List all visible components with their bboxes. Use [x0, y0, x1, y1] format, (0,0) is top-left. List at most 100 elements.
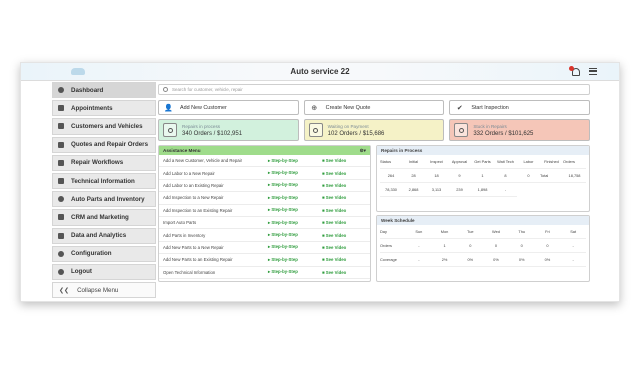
sidebar-item-logout[interactable]: Logout — [52, 263, 156, 281]
table-cell: 18,758 — [563, 169, 586, 183]
main-content: Search for customer, vehicle, repair 👤 Ad… — [158, 84, 591, 282]
step-by-step-link[interactable]: ▸︎ Step-by-Step — [268, 269, 322, 275]
column-header: Finished — [540, 155, 563, 169]
sidebar-item-crm-marketing[interactable]: CRM and Marketing — [52, 209, 156, 226]
see-video-link[interactable]: ■ See Video — [322, 257, 346, 262]
see-video-link[interactable]: ■ See Video — [322, 233, 346, 238]
stat-cards: Repairs in process 340 Orders / $102,951 … — [158, 119, 591, 141]
step-by-step-link[interactable]: ▸︎ Step-by-Step — [268, 170, 322, 176]
column-header: Approval — [448, 155, 471, 169]
calendar-icon — [58, 105, 64, 112]
column-header: Wait Tech — [494, 155, 517, 169]
sidebar: Dashboard Appointments Customers and Veh… — [52, 82, 156, 299]
search-icon — [163, 123, 177, 137]
stat-waiting-on-payment[interactable]: Waiting on Payment 102 Orders / $15,686 — [303, 119, 445, 141]
top-bar: Auto service 22 — [21, 63, 619, 81]
step-by-step-link[interactable]: ▸︎ Step-by-Step — [268, 244, 322, 250]
assistance-row-label: Import Auto Parts — [163, 220, 197, 226]
workflow-icon — [58, 159, 64, 166]
chart-icon — [58, 232, 64, 239]
assistance-list: Add a New Customer, Vehicle and Repair ▸︎… — [159, 155, 370, 279]
assistance-row-label: Add Inspection to an Existing Repair — [163, 207, 233, 213]
right-panels: Repairs in Process Status Initial Inspect A… — [376, 145, 590, 282]
assistance-row: Import Auto Parts ▸︎ Step-by-Step ■ See Vi… — [159, 217, 370, 230]
assistance-row-label: Add Parts in Inventory — [163, 232, 206, 238]
notification-bell-icon[interactable] — [569, 66, 581, 77]
column-header: Day — [380, 225, 406, 239]
assistance-row-label: Add New Parts to a New Repair — [163, 244, 224, 250]
table-cell: Orders — [563, 155, 586, 169]
step-by-step-link[interactable]: ▸︎ Step-by-Step — [268, 220, 322, 226]
create-quote-button[interactable]: ⊕ Create New Quote — [303, 100, 445, 115]
gear-icon — [58, 250, 64, 257]
table-cell: 0% — [508, 253, 535, 267]
search-icon — [454, 123, 469, 137]
table-cell: 1 — [471, 169, 494, 183]
step-by-step-link[interactable]: ▸︎ Step-by-Step — [268, 182, 322, 188]
see-video-link[interactable]: ■ See Video — [322, 171, 346, 176]
table-cell: 264 — [380, 169, 402, 183]
assistance-row-label: Add Labor to an Existing Repair — [163, 182, 224, 188]
step-by-step-link[interactable]: ▸︎ Step-by-Step — [268, 195, 322, 201]
assistance-row: Add New Parts to a New Repair ▸︎ Step-by-… — [159, 242, 370, 255]
assistance-row: Add Inspection to a New Repair ▸︎ Step-by… — [159, 192, 370, 205]
sidebar-item-data-analytics[interactable]: Data and Analytics — [52, 227, 156, 244]
see-video-link[interactable]: ■ See Video — [322, 195, 346, 200]
step-by-step-link[interactable]: ▸︎ Step-by-Step — [268, 257, 322, 263]
stat-stuck-in-repairs[interactable]: Stuck in Repairs 332 Orders / $101,625 — [449, 119, 591, 141]
column-header: Inspect — [425, 155, 448, 169]
search-input[interactable]: Search for customer, vehicle, repair — [158, 84, 590, 95]
assistance-row: Add a New Customer, Vehicle and Repair ▸︎… — [159, 155, 370, 168]
week-schedule-panel: Week Schedule Day Sun Mon Tue Wed Thu Fri Sat Or… — [376, 215, 590, 282]
assistance-row: Open Technical Information ▸︎ Step-by-Ste… — [159, 267, 370, 279]
double-chevron-left-icon: ❮❮ — [59, 287, 70, 294]
see-video-link[interactable]: ■ See Video — [322, 208, 346, 213]
week-schedule-table: Day Sun Mon Tue Wed Thu Fri Sat Orders -1 0 0 0 0- Cov… — [377, 225, 589, 267]
table-cell: - — [406, 253, 432, 267]
see-video-link[interactable]: ■ See Video — [322, 270, 346, 275]
add-customer-button[interactable]: 👤 Add New Customer — [158, 100, 299, 115]
sidebar-item-dashboard[interactable]: Dashboard — [52, 82, 156, 99]
table-cell: 239 — [448, 183, 471, 197]
sidebar-item-quotes-repair-orders[interactable]: Quotes and Repair Orders — [52, 136, 156, 153]
assistance-row-label: Add Inspection to a New Repair — [163, 195, 224, 201]
column-header: Thu — [508, 225, 535, 239]
column-header: Initial — [402, 155, 425, 169]
collapse-menu-button[interactable]: ❮❮ Collapse Menu — [52, 282, 156, 299]
sidebar-item-repair-workflows[interactable]: Repair Workflows — [52, 154, 156, 171]
car-icon — [58, 123, 64, 130]
see-video-link[interactable]: ■ See Video — [322, 158, 346, 163]
assistance-row-label: Add a New Customer, Vehicle and Repair — [163, 158, 243, 164]
see-video-link[interactable]: ■ See Video — [322, 183, 346, 188]
clipboard-icon — [58, 141, 64, 148]
column-header: Tue — [457, 225, 484, 239]
gauge-icon — [58, 87, 64, 94]
assistance-row-label: Add New Parts to an Existing Repair — [163, 257, 233, 263]
table-cell: 8 — [494, 169, 517, 183]
table-cell: 9 — [448, 169, 471, 183]
sidebar-item-technical-information[interactable]: Technical Information — [52, 172, 156, 190]
assistance-menu-header: Assistance Menu ⚙▾ — [159, 146, 370, 155]
megaphone-icon — [58, 214, 64, 221]
table-cell: 0 — [483, 239, 509, 253]
table-cell: 1 — [431, 239, 458, 253]
hamburger-menu-icon[interactable] — [589, 68, 597, 75]
column-header: Sun — [406, 225, 432, 239]
see-video-link[interactable]: ■ See Video — [322, 220, 346, 225]
assistance-row: Add Labor to a New Repair ▸︎ Step-by-Step… — [159, 167, 370, 180]
step-by-step-link[interactable]: ▸︎ Step-by-Step — [268, 158, 322, 164]
table-cell: 0 — [457, 239, 484, 253]
table-cell: 0% — [457, 253, 484, 267]
start-inspection-button[interactable]: ✔ Start Inspection — [449, 100, 591, 115]
sidebar-item-customers-vehicles[interactable]: Customers and Vehicles — [52, 118, 156, 135]
sidebar-item-configuration[interactable]: Configuration — [52, 245, 156, 262]
step-by-step-link[interactable]: ▸︎ Step-by-Step — [268, 207, 322, 213]
step-by-step-link[interactable]: ▸︎ Step-by-Step — [268, 232, 322, 238]
sidebar-item-appointments[interactable]: Appointments — [52, 100, 156, 117]
assistance-row: Add Parts in Inventory ▸︎ Step-by-Step ■ S… — [159, 229, 370, 242]
stat-repairs-in-process[interactable]: Repairs in process 340 Orders / $102,951 — [158, 119, 299, 141]
sidebar-item-auto-parts-inventory[interactable]: Auto Parts and Inventory — [52, 191, 156, 208]
table-cell: - — [494, 183, 517, 197]
see-video-link[interactable]: ■ See Video — [322, 245, 346, 250]
settings-dropdown-icon[interactable]: ⚙▾ — [360, 148, 366, 154]
